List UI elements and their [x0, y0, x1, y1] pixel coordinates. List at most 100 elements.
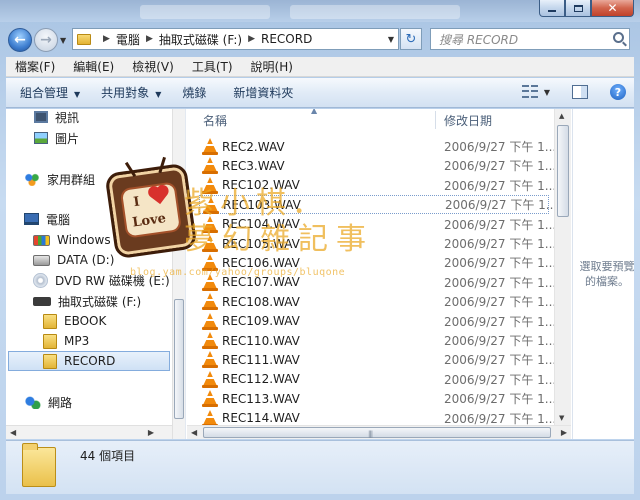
file-modified-date: 2006/9/27 下午 1... — [444, 178, 557, 193]
navpane-horizontal-scrollbar[interactable]: ◀ ▶ — [6, 425, 172, 439]
back-button[interactable]: ← — [8, 28, 32, 52]
file-row[interactable]: REC3.WAV 2006/9/27 下午 1... — [199, 156, 556, 175]
file-row[interactable]: REC113.WAV 2006/9/27 下午 1... — [199, 389, 556, 408]
nav-item-ebook[interactable]: EBOOK — [43, 311, 106, 331]
nav-item-mp3[interactable]: MP3 — [43, 331, 89, 351]
refresh-icon: ↻ — [405, 31, 417, 47]
refresh-button[interactable]: ↻ — [400, 28, 422, 50]
address-bar[interactable]: ▶ 電腦 ▶ 抽取式磁碟 (F:) ▶ RECORD ▼ — [72, 28, 399, 50]
nav-item-drive-f[interactable]: 抽取式磁碟 (F:) — [33, 291, 141, 311]
scroll-left-icon[interactable]: ◀ — [10, 428, 16, 437]
maximize-button[interactable] — [565, 0, 591, 17]
grip-icon: ||| — [368, 430, 373, 438]
removable-drive-icon — [33, 296, 51, 306]
breadcrumb-item-drive[interactable]: 抽取式磁碟 (F:) — [159, 31, 242, 48]
menu-file[interactable]: 檔案(F) — [6, 58, 64, 75]
caption-buttons: ✕ — [539, 0, 634, 17]
nav-item-homegroup[interactable]: 家用群組 — [24, 169, 95, 189]
search-input[interactable]: 搜尋 RECORD — [430, 28, 630, 50]
scrollbar-thumb[interactable] — [557, 125, 569, 217]
scroll-left-icon[interactable]: ◀ — [191, 428, 197, 437]
filelist-vertical-scrollbar[interactable]: ▲ ▼ — [554, 109, 571, 425]
scrollbar-thumb[interactable] — [174, 299, 184, 419]
file-row[interactable]: REC111.WAV 2006/9/27 下午 1... — [199, 350, 556, 369]
search-icon — [613, 32, 624, 43]
breadcrumb-item-computer[interactable]: 電腦 — [116, 31, 140, 48]
change-view-button[interactable]: ▼ — [521, 85, 550, 99]
file-row[interactable]: REC2.WAV 2006/9/27 下午 1... — [199, 137, 556, 156]
nav-item-pictures[interactable]: 圖片 — [34, 128, 79, 148]
watermark-url: blog.yam.com/yahoo/groups/bluqone — [130, 267, 346, 278]
preview-pane: 選取要預覽的檔案。 — [572, 109, 635, 439]
file-modified-date: 2006/9/27 下午 1... — [444, 353, 557, 368]
views-icon — [521, 85, 538, 99]
file-name: REC2.WAV — [222, 139, 285, 154]
scroll-up-icon[interactable]: ▲ — [559, 112, 564, 120]
column-header-date[interactable]: 修改日期 — [444, 109, 492, 131]
file-modified-date: 2006/9/27 下午 1... — [444, 334, 557, 348]
column-divider[interactable] — [435, 111, 436, 129]
breadcrumb-item-record[interactable]: RECORD — [261, 32, 312, 46]
chevron-right-icon[interactable]: ▶ — [248, 34, 255, 44]
scrollbar-thumb[interactable]: ||| — [203, 427, 551, 438]
nav-item-label: 網路 — [48, 395, 73, 410]
chevron-down-icon: ▼ — [543, 87, 550, 97]
file-modified-date: 2006/9/27 下午 1... — [444, 256, 557, 271]
chevron-right-icon[interactable]: ▶ — [146, 34, 153, 44]
breadcrumb: ▶ 電腦 ▶ 抽取式磁碟 (F:) ▶ RECORD — [97, 31, 312, 48]
burn-button[interactable]: 燒錄 — [170, 84, 215, 101]
organize-button[interactable]: 組合管理 ▼ — [6, 84, 89, 101]
nav-item-label: EBOOK — [64, 314, 107, 328]
vlc-audio-file-icon — [202, 351, 218, 369]
pictures-library-icon — [34, 132, 48, 144]
command-bar: 組合管理 ▼ 共用對象 ▼ 燒錄 新增資料夾 ▼ ? — [6, 78, 634, 108]
folder-icon — [77, 33, 91, 45]
nav-item-videos[interactable]: 視訊 — [34, 109, 79, 127]
folder-icon — [43, 333, 57, 349]
tv-screen: I Love — [119, 181, 183, 239]
nav-item-network[interactable]: 網路 — [24, 392, 72, 412]
minimize-button[interactable] — [539, 0, 565, 17]
recent-pages-dropdown-icon[interactable]: ▼ — [60, 36, 66, 45]
back-arrow-icon: ← — [14, 32, 26, 48]
dvd-drive-icon — [33, 272, 48, 288]
file-modified-date: 2006/9/27 下午 1... — [444, 295, 557, 310]
vlc-audio-file-icon — [202, 157, 218, 175]
close-button[interactable]: ✕ — [591, 0, 634, 17]
address-history-dropdown-icon[interactable]: ▼ — [388, 35, 394, 44]
scroll-right-icon[interactable]: ▶ — [148, 428, 154, 437]
menu-help[interactable]: 說明(H) — [242, 58, 302, 75]
heart-icon — [150, 187, 168, 205]
file-row[interactable]: REC110.WAV 2006/9/27 下午 1... — [199, 331, 556, 350]
scroll-right-icon[interactable]: ▶ — [561, 428, 567, 437]
column-header-name[interactable]: 名稱 — [203, 109, 227, 131]
file-row[interactable]: REC108.WAV 2006/9/27 下午 1... — [199, 292, 556, 311]
file-row[interactable]: REC109.WAV 2006/9/27 下午 1... — [199, 312, 556, 331]
nav-item-computer[interactable]: 電腦 — [24, 209, 70, 229]
file-modified-date: 2006/9/27 下午 1... — [444, 217, 557, 232]
file-row[interactable]: REC112.WAV 2006/9/27 下午 1... — [199, 370, 556, 389]
menu-tools[interactable]: 工具(T) — [183, 58, 242, 75]
nav-item-label: 圖片 — [55, 131, 80, 146]
new-folder-button[interactable]: 新增資料夾 — [215, 84, 302, 101]
preview-pane-button[interactable] — [572, 85, 588, 99]
nav-item-label: 家用群組 — [47, 172, 96, 187]
help-button[interactable]: ? — [610, 84, 626, 100]
file-name: REC111.WAV — [222, 352, 300, 367]
filelist-horizontal-scrollbar[interactable]: ◀ ||| ▶ — [187, 425, 571, 439]
nav-item-record[interactable]: RECORD — [8, 351, 170, 371]
share-with-button[interactable]: 共用對象 ▼ — [89, 84, 170, 101]
folder-icon — [43, 353, 57, 369]
nav-item-label: 視訊 — [55, 110, 80, 125]
nav-item-drive-d[interactable]: DATA (D:) — [33, 250, 114, 270]
windows-drive-icon — [33, 234, 50, 246]
scroll-down-icon[interactable]: ▼ — [559, 414, 564, 422]
vlc-audio-file-icon — [202, 293, 218, 311]
forward-button[interactable]: → — [34, 28, 58, 52]
file-modified-date: 2006/9/27 下午 1... — [444, 392, 557, 407]
file-modified-date: 2006/9/27 下午 1... — [444, 372, 557, 387]
menu-edit[interactable]: 編輯(E) — [64, 58, 123, 75]
explorer-window: ✕ ← → ▼ ▶ 電腦 ▶ 抽取式磁碟 (F:) ▶ RECORD ▼ ↻ 搜… — [0, 0, 640, 500]
file-name: REC112.WAV — [222, 372, 300, 387]
menu-view[interactable]: 檢視(V) — [123, 58, 183, 75]
